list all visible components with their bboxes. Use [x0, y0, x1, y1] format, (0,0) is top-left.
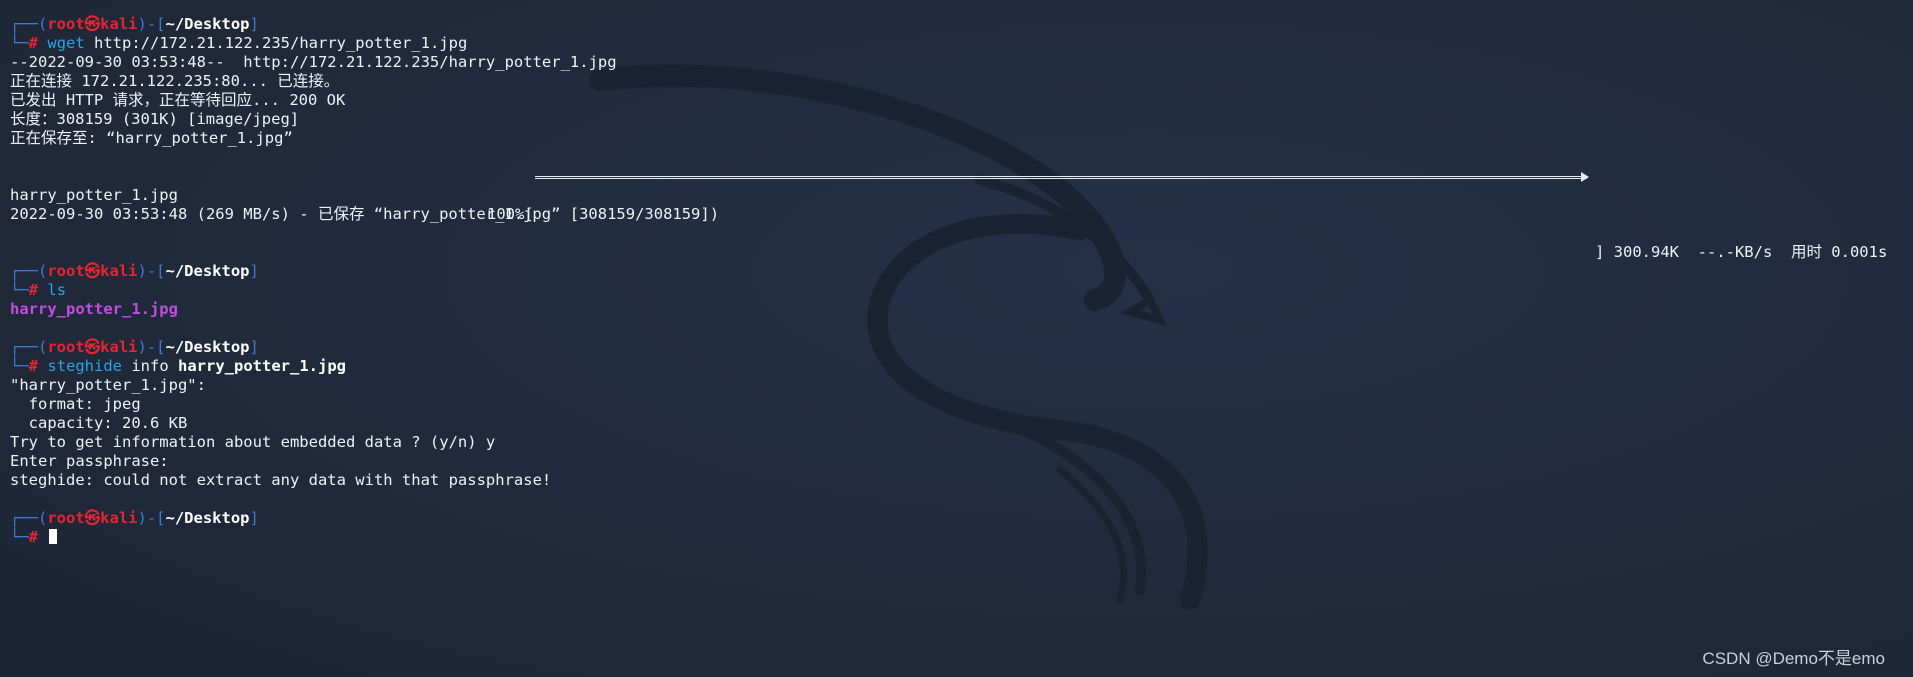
prompt-host: kali	[100, 338, 138, 356]
prompt-symbol: #	[28, 34, 39, 52]
output-line: 正在连接 172.21.122.235:80... 已连接。	[10, 72, 340, 90]
prompt-line: ┌──(root㉿kali)-[~/Desktop]	[10, 338, 1903, 357]
csdn-watermark: CSDN @Demo不是emo	[1702, 649, 1885, 668]
terminal-output: ┌──(root㉿kali)-[~/Desktop] └─# wget http…	[10, 15, 1903, 547]
prompt-frame: ]	[249, 509, 259, 527]
active-command-line[interactable]: └─#	[10, 528, 1903, 547]
progress-stats: ] 300.94K --.-KB/s 用时 0.001s	[1595, 243, 1888, 261]
prompt-at: ㉿	[84, 338, 101, 356]
prompt-frame: ]	[249, 338, 259, 356]
prompt-path: ~/Desktop	[165, 509, 250, 527]
prompt-host: kali	[100, 509, 138, 527]
prompt-user: root	[47, 338, 85, 356]
prompt-host: kali	[100, 262, 138, 280]
output-line: 正在保存至: “harry_potter_1.jpg”	[10, 129, 293, 147]
output-line: "harry_potter_1.jpg":	[10, 376, 206, 394]
prompt-frame: ┌──(	[10, 338, 48, 356]
prompt-path: ~/Desktop	[165, 15, 250, 33]
prompt-frame: ]	[249, 262, 259, 280]
prompt-frame: )-[	[137, 509, 166, 527]
output-line: format: jpeg	[10, 395, 141, 413]
prompt-at: ㉿	[84, 509, 101, 527]
output-line: harry_potter_1.jpg	[10, 300, 1903, 319]
prompt-at: ㉿	[84, 15, 101, 33]
prompt-line: ┌──(root㉿kali)-[~/Desktop]	[10, 15, 1903, 34]
prompt-frame: └─	[10, 528, 29, 546]
prompt-user: root	[47, 262, 85, 280]
prompt-user: root	[47, 509, 85, 527]
command-name: wget	[47, 34, 85, 52]
prompt-frame: └─	[10, 281, 29, 299]
command-name: steghide	[47, 357, 123, 375]
output-line: 已发出 HTTP 请求，正在等待回应... 200 OK	[10, 91, 346, 109]
output-line: 2022-09-30 03:53:48 (269 MB/s) - 已保存 “ha…	[10, 205, 720, 223]
prompt-frame: ┌──(	[10, 15, 48, 33]
prompt-line: ┌──(root㉿kali)-[~/Desktop]	[10, 262, 1903, 281]
prompt-frame: ┌──(	[10, 509, 48, 527]
command-args: info	[122, 357, 179, 375]
output-line: steghide: could not extract any data wit…	[10, 471, 552, 489]
output-line: Try to get information about embedded da…	[10, 433, 496, 451]
prompt-frame: )-[	[137, 15, 166, 33]
prompt-path: ~/Desktop	[165, 262, 250, 280]
command-name: ls	[47, 281, 67, 299]
prompt-symbol: #	[28, 528, 39, 546]
command-line: └─# ls	[10, 281, 1903, 300]
prompt-at: ㉿	[84, 262, 101, 280]
terminal-window[interactable]: ┌──(root㉿kali)-[~/Desktop] └─# wget http…	[0, 0, 1913, 677]
prompt-frame: )-[	[137, 262, 166, 280]
command-file-arg: harry_potter_1.jpg	[178, 357, 346, 375]
prompt-frame: ]	[249, 15, 259, 33]
output-line: --2022-09-30 03:53:48-- http://172.21.12…	[10, 53, 617, 71]
progress-bar	[535, 172, 1589, 182]
command-line: └─# steghide info harry_potter_1.jpg	[10, 357, 1903, 376]
output-line: 长度：308159 (301K) [image/jpeg]	[10, 110, 300, 128]
prompt-symbol: #	[28, 357, 39, 375]
progress-percent: 100%[	[487, 205, 534, 223]
prompt-path: ~/Desktop	[165, 338, 250, 356]
prompt-frame: )-[	[137, 338, 166, 356]
progress-filename: harry_potter_1.jpg	[10, 186, 178, 204]
prompt-user: root	[47, 15, 85, 33]
listed-file: harry_potter_1.jpg	[10, 300, 178, 318]
prompt-frame: └─	[10, 357, 29, 375]
command-args: http://172.21.122.235/harry_potter_1.jpg	[84, 34, 468, 52]
prompt-symbol: #	[28, 281, 39, 299]
download-progress: harry_potter_1.jpg 100%[ ] 300.94K --.-K…	[10, 167, 1903, 261]
output-line: capacity: 20.6 KB	[10, 414, 188, 432]
prompt-host: kali	[100, 15, 138, 33]
text-cursor[interactable]	[49, 529, 58, 544]
command-line: └─# wget http://172.21.122.235/harry_pot…	[10, 34, 1903, 53]
prompt-line: ┌──(root㉿kali)-[~/Desktop]	[10, 509, 1903, 528]
output-line: Enter passphrase:	[10, 452, 169, 470]
prompt-frame: └─	[10, 34, 29, 52]
